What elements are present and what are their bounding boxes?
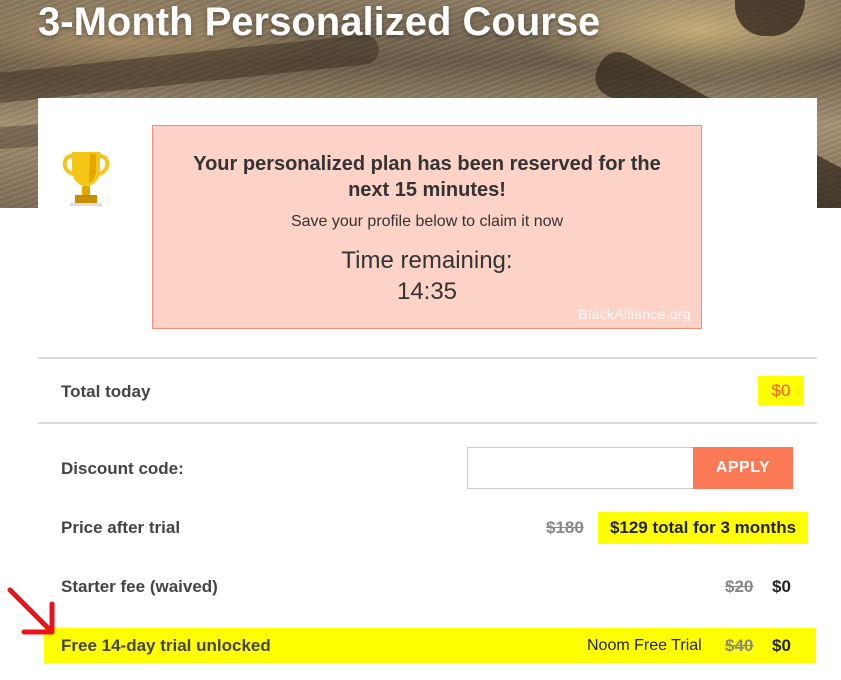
price-after-trial-old: $180 bbox=[546, 518, 584, 537]
price-after-trial-new: $129 total for 3 months bbox=[598, 512, 808, 544]
discount-code-input[interactable] bbox=[467, 447, 694, 489]
divider bbox=[38, 357, 817, 359]
trophy-icon bbox=[62, 152, 110, 206]
starter-fee-label: Starter fee (waived) bbox=[61, 577, 218, 596]
hero-runner-foot bbox=[735, 0, 805, 36]
price-after-trial-label: Price after trial bbox=[61, 518, 181, 537]
free-trial-label: Free 14-day trial unlocked bbox=[61, 636, 271, 655]
free-trial-old-price: $40 bbox=[725, 636, 754, 655]
discount-code-label: Discount code: bbox=[61, 459, 184, 478]
free-trial-new-price: $0 bbox=[772, 636, 791, 655]
starter-fee-old: $20 bbox=[725, 577, 754, 596]
watermark: BlackAlliance.org bbox=[578, 306, 691, 322]
divider bbox=[38, 422, 817, 424]
red-arrow-annotation bbox=[7, 587, 55, 635]
reservation-notice: Your personalized plan has been reserved… bbox=[152, 125, 702, 329]
free-trial-row: Free 14-day trial unlocked Noom Free Tri… bbox=[44, 628, 816, 663]
page-title: 3-Month Personalized Course bbox=[38, 0, 601, 44]
noom-free-trial-tag: Noom Free Trial bbox=[587, 637, 702, 654]
timer-label: Time remaining: bbox=[341, 247, 513, 274]
apply-discount-button[interactable]: APPLY bbox=[693, 447, 793, 489]
hero-shadow bbox=[0, 33, 381, 107]
starter-fee-new: $0 bbox=[772, 577, 791, 596]
total-today-amount: $0 bbox=[758, 376, 804, 406]
notice-subtext: Save your profile below to claim it now bbox=[290, 213, 564, 230]
countdown-timer: 14:35 bbox=[396, 278, 458, 305]
notice-headline: Your personalized plan has been reserved… bbox=[193, 153, 661, 201]
total-today-label: Total today bbox=[61, 382, 151, 401]
